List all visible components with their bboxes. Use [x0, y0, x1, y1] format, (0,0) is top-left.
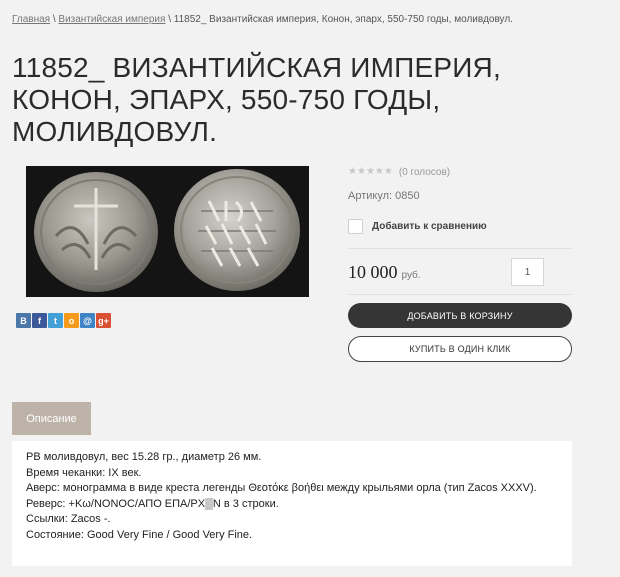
googleplus-icon[interactable]: g+: [96, 313, 111, 328]
description-panel: PB моливдовул, вес 15.28 гр., диаметр 26…: [12, 441, 572, 566]
price-value: 10 000: [348, 262, 398, 282]
social-share-bar: B f t o @ g+: [16, 313, 111, 328]
sku-value: 0850: [395, 190, 420, 202]
add-to-cart-button[interactable]: ДОБАВИТЬ В КОРЗИНУ: [348, 303, 572, 328]
sku: Артикул: 0850: [348, 190, 420, 202]
rating-stars[interactable]: ★ ★ ★ ★ ★: [348, 166, 393, 178]
page-title: 11852_ ВИЗАНТИЙСКАЯ ИМПЕРИЯ, КОНОН, ЭПАР…: [12, 52, 501, 147]
facebook-icon[interactable]: f: [32, 313, 47, 328]
breadcrumb: Главная \ Византийская империя \ 11852_ …: [12, 14, 513, 25]
breadcrumb-separator: \: [168, 14, 171, 25]
tab-description[interactable]: Описание: [12, 402, 91, 435]
buy-one-click-button[interactable]: КУПИТЬ В ОДИН КЛИК: [348, 336, 572, 362]
compare-label[interactable]: Добавить к сравнению: [372, 221, 487, 232]
breadcrumb-category-link[interactable]: Византийская империя: [58, 14, 165, 25]
breadcrumb-current: 11852_ Византийская империя, Конон, эпар…: [173, 14, 513, 25]
star-icon[interactable]: ★: [384, 166, 393, 178]
description-line: Реверс: +Kω/NONOC/AПO EПA/PX▒N в 3 строк…: [26, 497, 279, 510]
star-icon[interactable]: ★: [357, 166, 366, 178]
price-currency: руб.: [401, 270, 421, 281]
description-line: Время чеканки: IX век.: [26, 466, 142, 479]
description-line: PB моливдовул, вес 15.28 гр., диаметр 26…: [26, 451, 262, 463]
rating: ★ ★ ★ ★ ★ (0 голосов): [348, 166, 450, 178]
compare-checkbox[interactable]: [348, 219, 363, 234]
price: 10 000 руб.: [348, 262, 421, 283]
breadcrumb-separator: \: [52, 14, 56, 25]
coin-image: [26, 166, 309, 297]
star-icon[interactable]: ★: [375, 166, 384, 178]
sku-label: Артикул:: [348, 190, 393, 202]
rating-votes: (0 голосов): [398, 166, 451, 178]
odnoklassniki-icon[interactable]: o: [64, 313, 79, 328]
compare-toggle[interactable]: Добавить к сравнению: [348, 219, 487, 234]
twitter-icon[interactable]: t: [48, 313, 63, 328]
breadcrumb-home-link[interactable]: Главная: [12, 14, 50, 25]
star-icon[interactable]: ★: [348, 166, 357, 178]
description-line: Состояние: Good Very Fine / Good Very Fi…: [26, 528, 253, 541]
divider: [348, 248, 572, 249]
divider: [348, 294, 572, 295]
star-icon[interactable]: ★: [366, 166, 375, 178]
description-line: Аверс: монограмма в виде креста легенды …: [26, 482, 537, 494]
product-photo[interactable]: [26, 166, 309, 297]
vk-icon[interactable]: B: [16, 313, 31, 328]
quantity-input[interactable]: [511, 258, 544, 286]
description-line: Ссылки: Zacos -.: [26, 513, 111, 525]
mailru-icon[interactable]: @: [80, 313, 95, 328]
